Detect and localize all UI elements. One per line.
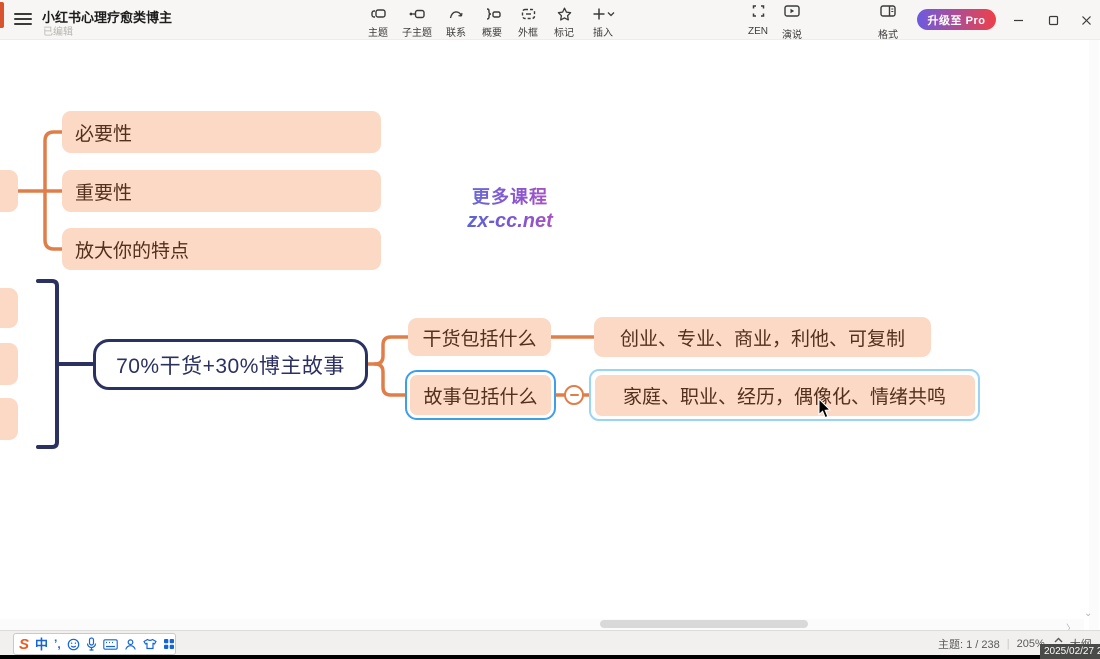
topic-icon [370, 6, 387, 22]
document-status: 已编辑 [43, 23, 73, 38]
topic-node[interactable]: 干货包括什么 [408, 318, 551, 356]
insert-label: 插入 [593, 24, 613, 39]
insert-button[interactable]: 插入 [582, 3, 624, 39]
boundary-button[interactable]: 外框 [510, 3, 546, 39]
topic-node-label: 家庭、职业、经历，偶像化、情绪共鸣 [595, 375, 975, 416]
topic-node[interactable]: 放大你的特点 [62, 228, 381, 270]
skin-shirt-icon[interactable] [143, 638, 157, 650]
selected-topic-node[interactable]: 故事包括什么 [405, 370, 556, 420]
zen-label: ZEN [748, 26, 768, 37]
user-icon[interactable] [124, 638, 137, 651]
horizontal-scrollbar[interactable] [0, 619, 1084, 630]
video-timestamp-overlay: 2025/02/27 2 [1040, 644, 1100, 659]
status-divider: | [1007, 638, 1010, 650]
boundary-label: 外框 [518, 24, 538, 39]
ime-toolbar[interactable]: S 中 ’, [13, 633, 176, 655]
ime-logo-icon[interactable]: S [19, 637, 29, 652]
summary-topic-node[interactable]: 70%干货+30%博主故事 [93, 339, 368, 390]
zen-icon [750, 3, 767, 24]
topic-node[interactable]: 重要性 [62, 170, 381, 212]
keyboard-icon[interactable] [103, 639, 118, 650]
clipped-topic[interactable] [0, 288, 18, 328]
ime-punctuation-toggle[interactable]: ’, [54, 638, 61, 650]
relationship-icon [448, 6, 465, 22]
subtopic-icon [408, 6, 426, 22]
insert-plus-icon [591, 6, 615, 22]
upgrade-pro-button[interactable]: 升级至 Pro [917, 9, 996, 30]
subtopic-button[interactable]: 子主题 [396, 3, 438, 39]
scroll-down-arrow-icon[interactable]: ⌄ [1084, 608, 1092, 619]
main-toolbar: 主题 子主题 联系 概要 外框 标记 [360, 3, 624, 39]
play-icon [783, 3, 801, 24]
zen-mode-button[interactable]: ZEN [748, 3, 768, 37]
collapse-branch-button[interactable] [564, 385, 584, 405]
clipped-topic[interactable] [0, 343, 18, 385]
subtopic-label: 子主题 [402, 24, 432, 39]
microphone-icon[interactable] [86, 637, 97, 651]
relationship-button[interactable]: 联系 [438, 3, 474, 39]
star-icon [556, 6, 573, 22]
title-bar: 小红书心理疗愈类博主 已编辑 主题 子主题 联系 概要 外框 [0, 0, 1100, 40]
topic-node[interactable]: 创业、专业、商业，利他、可复制 [594, 317, 931, 357]
summary-label: 概要 [482, 24, 502, 39]
minimize-icon [1013, 15, 1024, 26]
clipped-parent-topic[interactable] [0, 170, 18, 212]
topic-counter: 主题: 1 / 238 [938, 636, 1000, 652]
summary-button[interactable]: 概要 [474, 3, 510, 39]
topic-node[interactable]: 必要性 [62, 111, 381, 153]
present-button[interactable]: 演说 [782, 3, 802, 41]
minimize-button[interactable] [1002, 0, 1034, 40]
relationship-label: 联系 [446, 24, 466, 39]
topic-node-label: 故事包括什么 [410, 375, 551, 415]
topic-button[interactable]: 主题 [360, 3, 396, 39]
emoji-icon[interactable] [67, 638, 80, 651]
vertical-scrollbar[interactable] [1089, 40, 1099, 630]
present-label: 演说 [782, 26, 802, 41]
topic-label: 主题 [368, 24, 388, 39]
toolbox-grid-icon[interactable] [163, 638, 175, 650]
ime-language-toggle[interactable]: 中 [35, 638, 48, 651]
background-window-edge [0, 2, 4, 28]
selected-topic-node[interactable]: 家庭、职业、经历，偶像化、情绪共鸣 [589, 369, 980, 421]
menu-button[interactable] [14, 13, 32, 27]
marker-label: 标记 [554, 24, 574, 39]
format-label: 格式 [878, 26, 898, 41]
status-bar: S 中 ’, 主题: 1 / 238 | 205% 大纲 [0, 630, 1100, 655]
format-panel-icon [879, 3, 897, 24]
close-button[interactable] [1070, 0, 1100, 40]
boundary-icon [520, 6, 537, 22]
close-icon [1081, 15, 1092, 26]
format-button[interactable]: 格式 [878, 3, 898, 41]
summary-icon [484, 6, 501, 22]
letterbox-bar [0, 655, 1100, 659]
clipped-topic[interactable] [0, 398, 18, 440]
maximize-icon [1048, 15, 1059, 26]
marker-button[interactable]: 标记 [546, 3, 582, 39]
app-window: 小红书心理疗愈类博主 已编辑 主题 子主题 联系 概要 外框 [0, 0, 1100, 659]
horizontal-scrollbar-thumb[interactable] [600, 620, 808, 628]
maximize-button[interactable] [1037, 0, 1069, 40]
